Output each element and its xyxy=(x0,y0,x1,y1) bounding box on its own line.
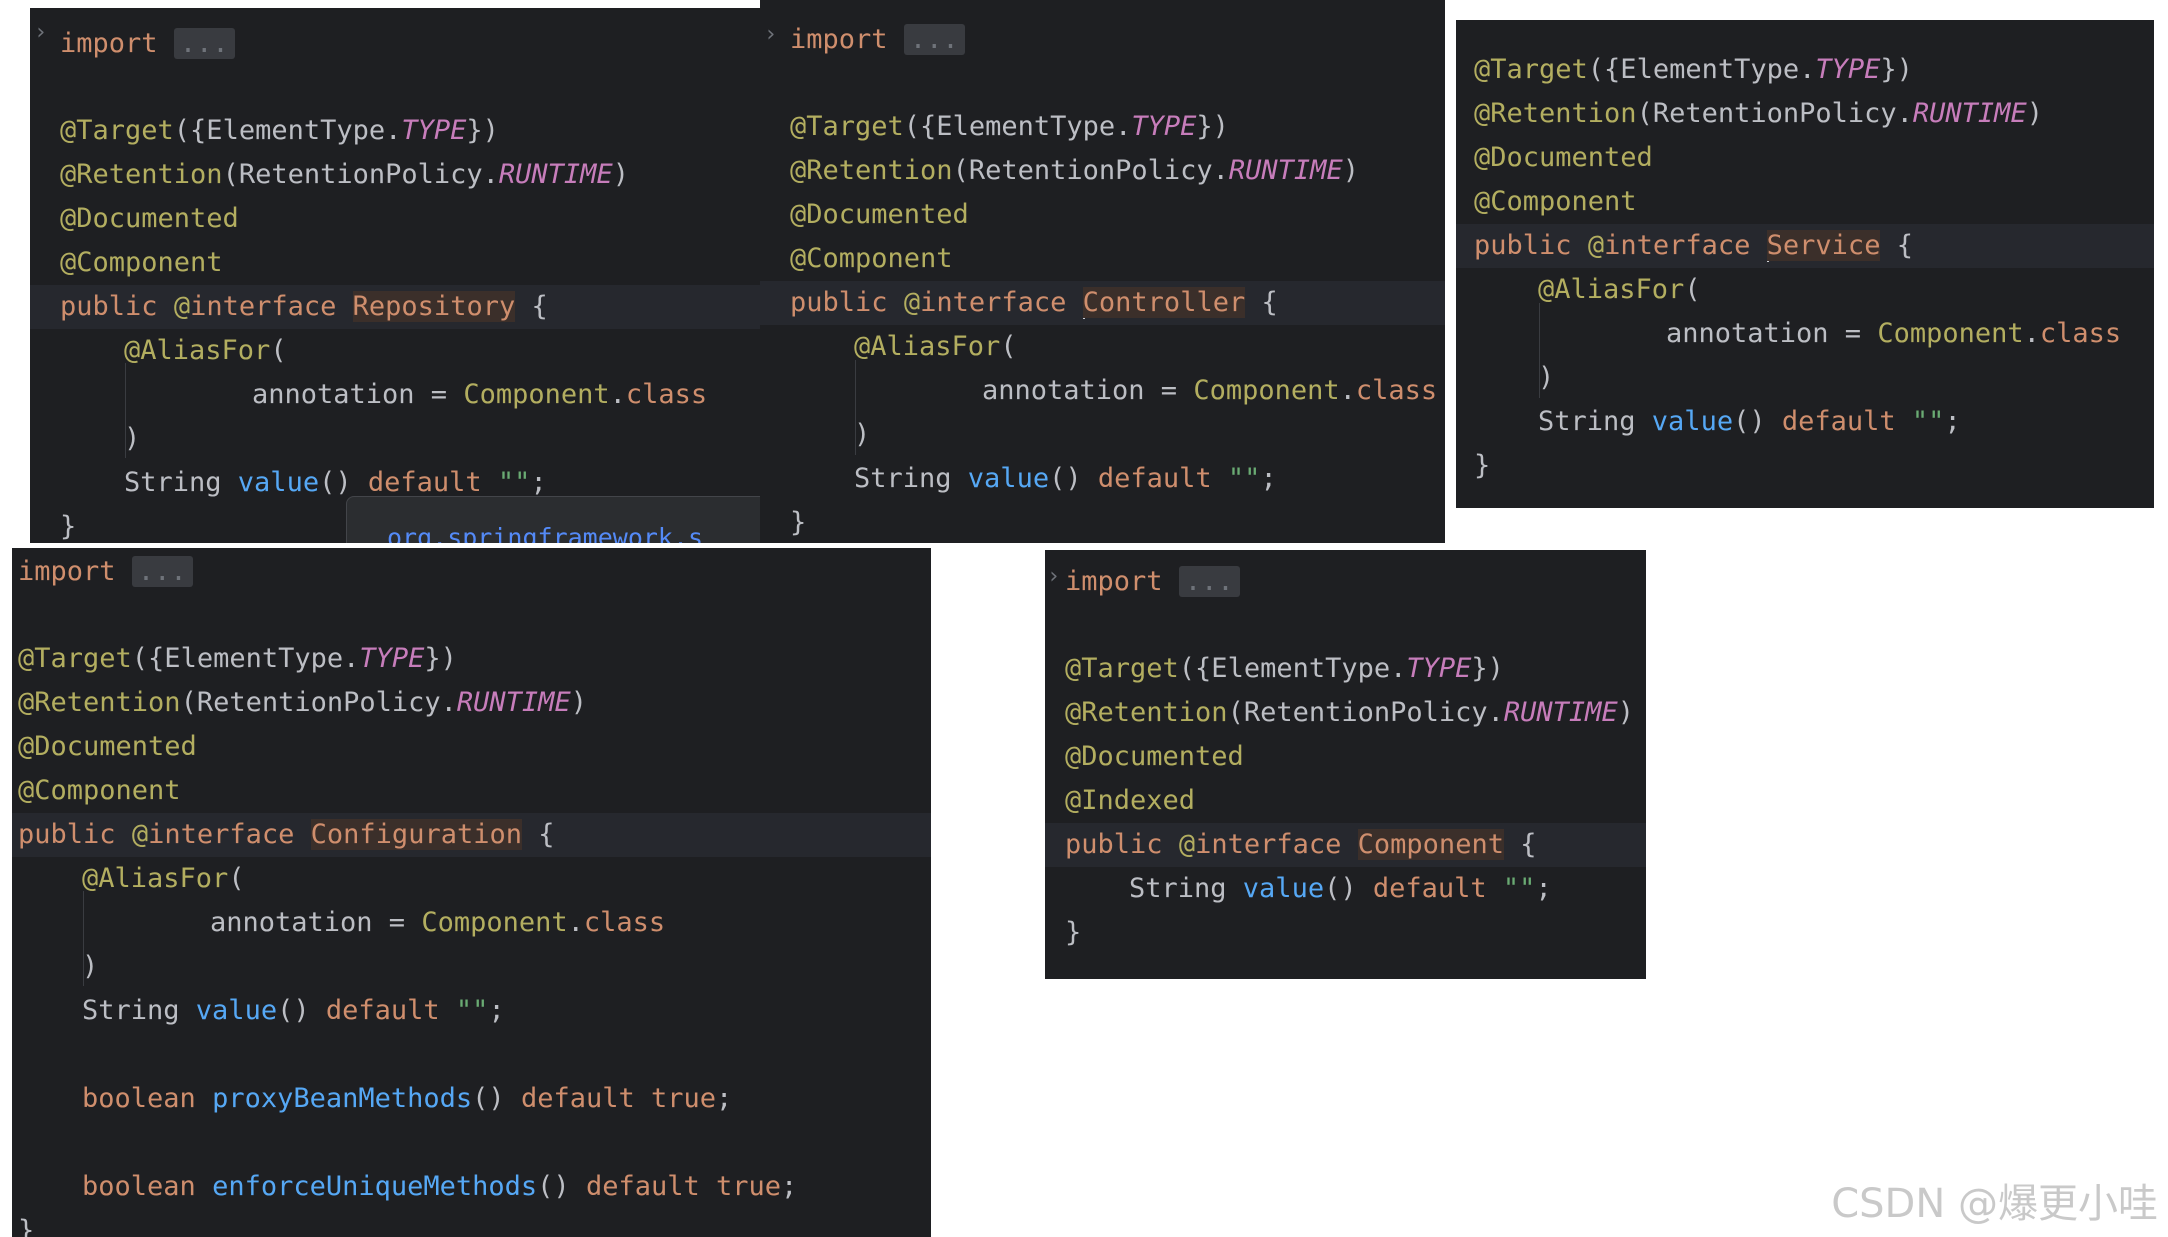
enforce-unique-methods: boolean enforceUniqueMethods() default t… xyxy=(82,1171,798,1202)
retention-annotation: @Retention(RetentionPolicy.RUNTIME) xyxy=(18,687,587,718)
documented-annotation: @Documented xyxy=(1065,741,1244,772)
retention-annotation: @Retention(RetentionPolicy.RUNTIME) xyxy=(1474,98,2043,129)
alias-attribute: annotation = Component.class xyxy=(210,907,666,938)
alias-attribute: annotation = Component.class xyxy=(982,375,1438,406)
import-keyword: import xyxy=(790,24,888,55)
documented-annotation: @Documented xyxy=(60,203,239,234)
import-keyword: import xyxy=(60,28,158,59)
documented-annotation: @Documented xyxy=(790,199,969,230)
component-annotation: @Component xyxy=(18,775,181,806)
code-panel-configuration: import ... @Target({ElementType.TYPE}) @… xyxy=(12,548,931,1237)
alias-close: ) xyxy=(854,419,871,450)
value-method: String value() default ""; xyxy=(1538,406,1961,437)
value-method: String value() default ""; xyxy=(1129,873,1552,904)
interface-declaration: public @interface Controller { xyxy=(790,287,1278,319)
target-annotation: @Target({ElementType.TYPE}) xyxy=(1474,54,1913,85)
component-annotation: @Component xyxy=(60,247,223,278)
closing-brace: } xyxy=(18,1215,35,1237)
import-keyword: import xyxy=(18,556,116,587)
target-annotation: @Target({ElementType.TYPE}) xyxy=(1065,653,1504,684)
fold-chevron-icon[interactable]: › xyxy=(34,20,47,45)
alias-attribute: annotation = Component.class xyxy=(1666,318,2122,349)
popup-text: org.springframework.s xyxy=(387,523,704,543)
completion-popup[interactable]: org.springframework.s xyxy=(346,496,760,543)
interface-declaration: public @interface Configuration { xyxy=(18,819,555,850)
alias-attribute: annotation = Component.class xyxy=(252,379,708,410)
closing-brace: } xyxy=(1474,450,1491,481)
target-annotation: @Target({ElementType.TYPE}) xyxy=(18,643,457,674)
alias-close: ) xyxy=(82,951,99,982)
alias-for-annotation: @AliasFor( xyxy=(82,863,245,894)
proxy-bean-methods: boolean proxyBeanMethods() default true; xyxy=(82,1083,733,1114)
watermark: CSDN @爆更小哇 xyxy=(1831,1181,2158,1227)
target-annotation: @Target({ElementType.TYPE}) xyxy=(790,111,1229,142)
interface-declaration: public @interface Service { xyxy=(1474,230,1913,262)
folded-imports[interactable]: ... xyxy=(173,28,235,59)
code-panel-service: @Target({ElementType.TYPE}) @Retention(R… xyxy=(1456,20,2154,508)
target-annotation: @Target({ElementType.TYPE}) xyxy=(60,115,499,146)
indexed-annotation: @Indexed xyxy=(1065,785,1196,816)
retention-annotation: @Retention(RetentionPolicy.RUNTIME) xyxy=(60,159,629,190)
closing-brace: } xyxy=(1065,917,1082,948)
value-method: String value() default ""; xyxy=(82,995,505,1026)
closing-brace: } xyxy=(790,507,807,538)
alias-for-annotation: @AliasFor( xyxy=(854,331,1017,362)
component-annotation: @Component xyxy=(1474,186,1637,217)
code-panel-component: › import ... @Target({ElementType.TYPE})… xyxy=(1045,550,1646,979)
code-panel-controller: › import ... @Target({ElementType.TYPE})… xyxy=(760,0,1445,543)
fold-chevron-icon[interactable]: › xyxy=(764,22,777,47)
alias-close: ) xyxy=(124,423,141,454)
import-keyword: import xyxy=(1065,566,1163,597)
folded-imports[interactable]: ... xyxy=(1178,566,1240,597)
alias-for-annotation: @AliasFor( xyxy=(1538,274,1701,305)
retention-annotation: @Retention(RetentionPolicy.RUNTIME) xyxy=(1065,697,1634,728)
interface-declaration: public @interface Repository { xyxy=(60,291,548,322)
component-annotation: @Component xyxy=(790,243,953,274)
interface-declaration: public @interface Component { xyxy=(1065,829,1537,860)
alias-for-annotation: @AliasFor( xyxy=(124,335,287,366)
code-panel-repository: › import ... @Target({ElementType.TYPE})… xyxy=(30,8,760,543)
fold-chevron-icon[interactable]: › xyxy=(1047,564,1060,589)
retention-annotation: @Retention(RetentionPolicy.RUNTIME) xyxy=(790,155,1359,186)
alias-close: ) xyxy=(1538,362,1555,393)
documented-annotation: @Documented xyxy=(1474,142,1653,173)
documented-annotation: @Documented xyxy=(18,731,197,762)
value-method: String value() default ""; xyxy=(854,463,1277,494)
folded-imports[interactable]: ... xyxy=(903,24,965,55)
folded-imports[interactable]: ... xyxy=(131,556,193,587)
